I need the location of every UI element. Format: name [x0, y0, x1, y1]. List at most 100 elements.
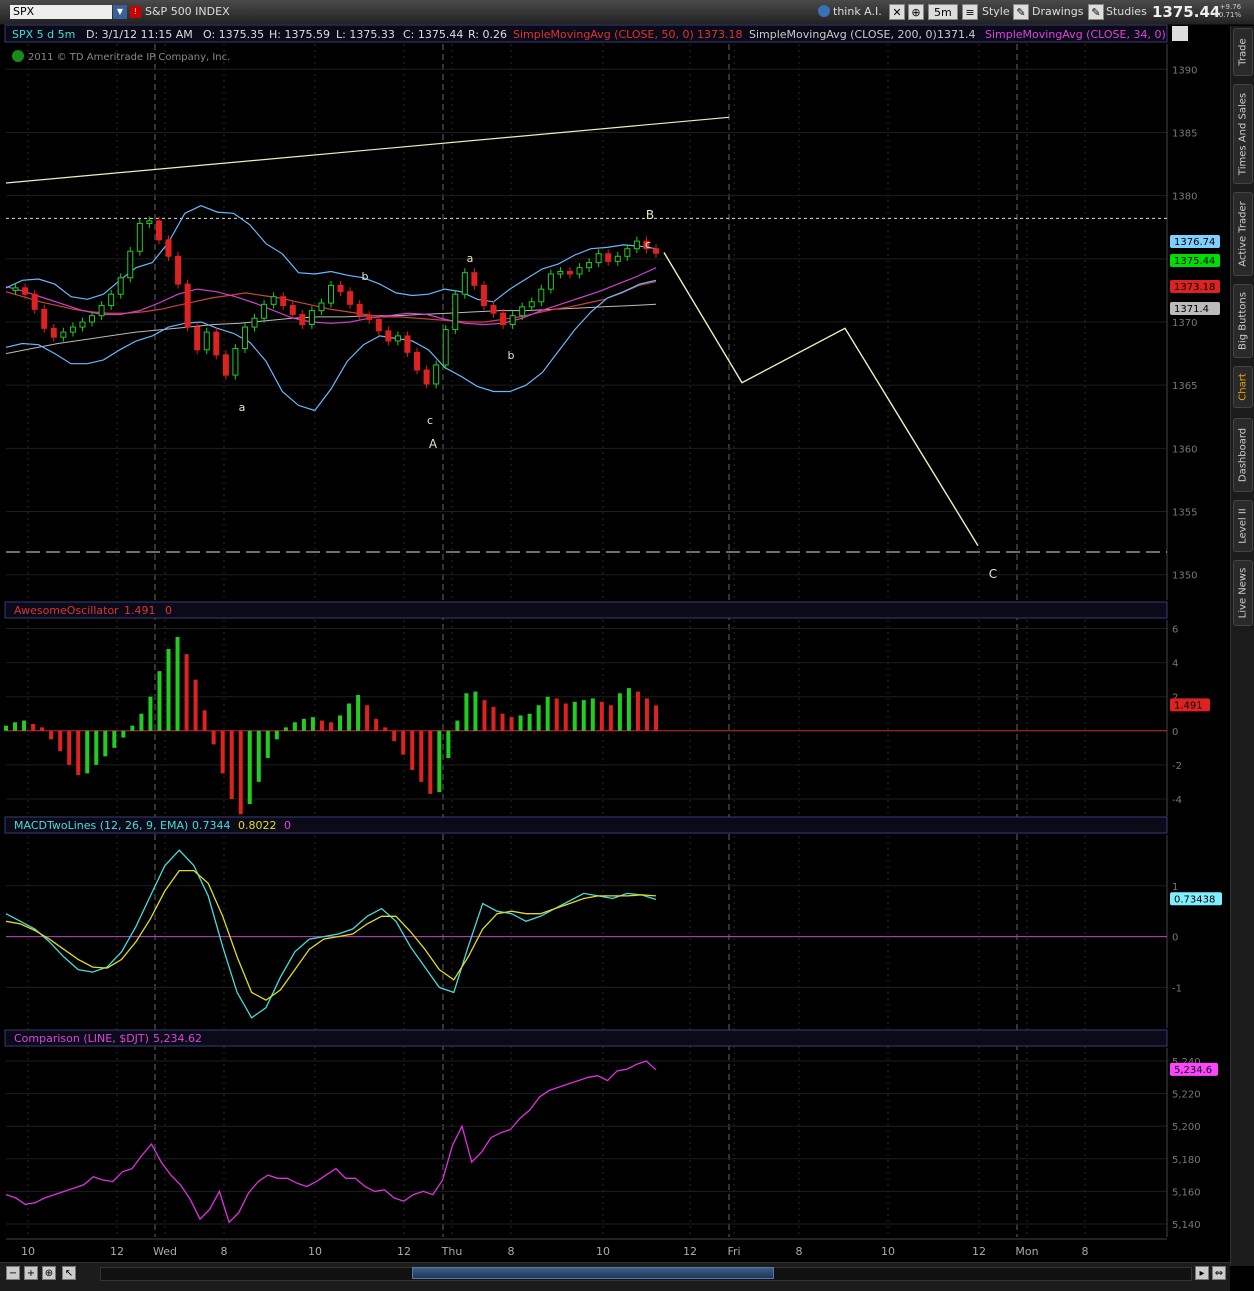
candle-body — [98, 305, 105, 317]
macd-line — [5, 849, 657, 1019]
scrollbar-thumb[interactable] — [412, 1267, 774, 1279]
timeframe-button[interactable]: 5m — [928, 4, 958, 20]
symbol-dropdown-icon[interactable]: ▼ — [113, 5, 127, 19]
x-axis: 10 12 Wed 8 10 12 Thu 8 10 12 Fri 8 10 12 Mon 8 — [6, 1238, 1167, 1258]
wave-label: B — [646, 208, 654, 222]
candle-body — [605, 253, 612, 262]
candle-body — [299, 313, 306, 326]
x-tick-label: 10 — [596, 1245, 610, 1258]
style-icon[interactable]: ≡ — [962, 4, 978, 20]
top-toolbar: SPX ▼ ! S&P 500 INDEX think A.I. ✕ ⊕ 5m … — [0, 0, 1254, 25]
y-tick-label: -4 — [1172, 795, 1182, 806]
side-tabs: Trade Times And Sales Active Trader Big … — [1230, 26, 1254, 1266]
cmp-pane: 5,1405,1605,1805,2005,2205,2405,234.6 — [5, 1048, 1218, 1237]
zoom-tool-icon[interactable]: ⊕ — [908, 4, 924, 20]
candle-body — [500, 312, 507, 326]
x-tick-label: 10 — [21, 1245, 35, 1258]
zoom-out-icon[interactable]: − — [6, 1266, 20, 1280]
candle-body — [232, 348, 239, 376]
studies-icon[interactable]: ✎ — [1088, 4, 1104, 20]
wave-label: a — [467, 252, 474, 265]
wave-label: C — [989, 567, 997, 581]
candle-body — [261, 303, 268, 319]
x-tick-label: Thu — [441, 1245, 463, 1258]
candle-body — [289, 305, 296, 315]
y-tick-label: -1 — [1172, 983, 1182, 994]
y-tick-label: 1365 — [1172, 381, 1197, 392]
candle-body — [318, 302, 325, 312]
candle-body — [241, 326, 248, 350]
magnify-icon[interactable]: ⊕ — [42, 1266, 56, 1280]
candle-body — [375, 318, 382, 332]
candle-body — [194, 326, 201, 351]
y-tick-label: 0 — [1172, 933, 1178, 944]
candle-body — [624, 248, 631, 257]
y-tick-label: -2 — [1172, 761, 1182, 772]
tab-active-trader[interactable]: Active Trader — [1233, 192, 1253, 276]
tab-label: Live News — [1237, 567, 1249, 619]
candle-body — [41, 308, 48, 329]
tab-level-ii[interactable]: Level II — [1233, 500, 1253, 552]
crosshair-tool-icon[interactable]: ✕ — [889, 4, 905, 20]
candle-body — [414, 351, 421, 371]
y-tick-label: 0 — [1172, 727, 1178, 738]
copyright: 2011 © TD Ameritrade IP Company, Inc. — [28, 52, 230, 63]
zoom-in-icon[interactable]: + — [24, 1266, 38, 1280]
macd-tag-label: 0.73438 — [1174, 894, 1215, 905]
tab-chart[interactable]: Chart — [1233, 366, 1253, 408]
candle-body — [31, 293, 38, 310]
hdr-high: H: 1375.59 — [269, 28, 330, 41]
bottom-bar: − + ⊕ ↖ ▸ ⇔ — [0, 1262, 1230, 1291]
hdr-sma34: SimpleMovingAvg (CLOSE, 34, 0) — [985, 28, 1166, 41]
wave-projection — [663, 252, 979, 547]
alert-badge-icon[interactable]: ! — [130, 6, 141, 18]
info-icon[interactable] — [12, 50, 24, 62]
candle-body — [270, 296, 277, 305]
tab-times-and-sales[interactable]: Times And Sales — [1233, 84, 1253, 184]
pointer-icon[interactable]: ↖ — [62, 1266, 76, 1280]
candle-body — [480, 284, 487, 307]
tab-label: Times And Sales — [1237, 92, 1249, 176]
symbol-description: S&P 500 INDEX — [145, 5, 230, 18]
think-ai-button[interactable]: think A.I. — [818, 4, 882, 20]
comparison-line — [5, 1060, 657, 1224]
price-change: +9.76 +0.71% — [1213, 3, 1241, 19]
candle-body — [595, 253, 602, 264]
tab-live-news[interactable]: Live News — [1233, 560, 1253, 626]
candle-body — [394, 335, 401, 342]
y-tick-label: 6 — [1172, 625, 1178, 636]
candle-body — [328, 284, 334, 304]
tab-trade[interactable]: Trade — [1233, 28, 1253, 76]
x-tick-label: 10 — [308, 1245, 322, 1258]
macd-value: 0.7344 — [192, 819, 231, 832]
studies-button[interactable]: Studies — [1106, 4, 1147, 20]
tab-label: Chart — [1237, 373, 1249, 401]
drawings-button[interactable]: Drawings — [1032, 4, 1083, 20]
candle-body — [557, 270, 564, 275]
x-tick-label: 12 — [397, 1245, 411, 1258]
y-tick-label: 1355 — [1172, 508, 1197, 519]
candle-body — [356, 303, 363, 317]
candle-body — [155, 220, 162, 241]
ao-zero: 0 — [165, 604, 172, 617]
tab-big-buttons[interactable]: Big Buttons — [1233, 284, 1253, 358]
style-button[interactable]: Style — [982, 4, 1010, 20]
x-tick-label: 8 — [1082, 1245, 1089, 1258]
x-tick-label: 12 — [110, 1245, 124, 1258]
drawings-icon[interactable]: ✎ — [1013, 4, 1029, 20]
chart-canvas[interactable]: SPX 5 d 5m D: 3/1/12 11:15 AM O: 1375.35… — [0, 24, 1230, 1262]
chart-settings-icon[interactable] — [1172, 26, 1188, 41]
hdr-low: L: 1375.33 — [336, 28, 395, 41]
scroll-right-icon[interactable]: ▸ — [1195, 1266, 1209, 1280]
tab-label: Big Buttons — [1237, 292, 1249, 350]
candle-body — [146, 220, 153, 224]
wave-label: b — [508, 349, 515, 362]
symbol-input[interactable]: SPX — [10, 5, 112, 19]
wave-label: A — [429, 437, 438, 451]
candle-body — [528, 301, 535, 308]
candle-body — [69, 326, 76, 333]
y-tick-label: 1350 — [1172, 571, 1197, 582]
expand-icon[interactable]: ⇔ — [1212, 1266, 1226, 1280]
tab-dashboard[interactable]: Dashboard — [1233, 418, 1253, 492]
ao-pane: -4-202461.491 — [4, 620, 1210, 816]
